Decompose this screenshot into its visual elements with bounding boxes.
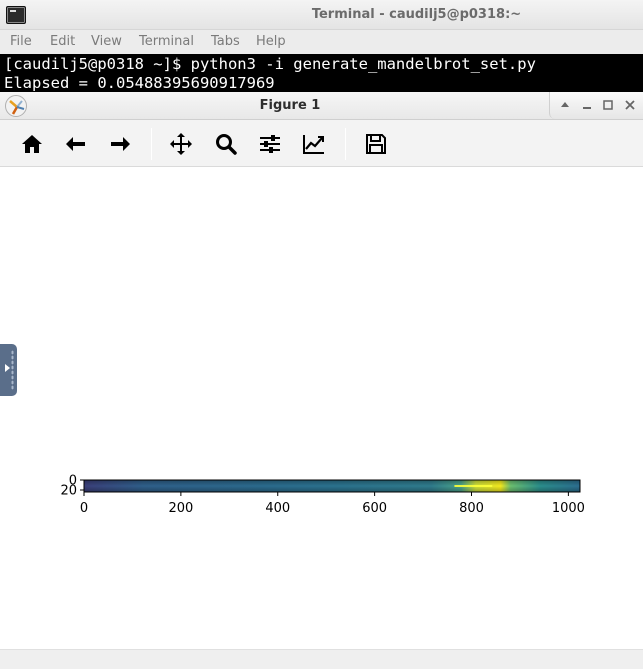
status-bar: [0, 649, 643, 669]
figure-canvas[interactable]: 0 200 400 600 800 1000 0 20: [0, 167, 643, 649]
toolbar-separator: [151, 128, 152, 160]
menu-view[interactable]: View: [91, 34, 122, 49]
up-icon[interactable]: [558, 98, 572, 112]
plot-svg: 0 200 400 600 800 1000 020: [60, 474, 585, 517]
terminal-menubar: File Edit View Terminal Tabs Help: [0, 30, 643, 54]
magnifier-icon: [216, 134, 237, 155]
terminal-title: Terminal - caudilj5@p0318:~: [311, 7, 522, 22]
forward-button[interactable]: [105, 129, 135, 159]
close-icon[interactable]: [623, 98, 637, 112]
heatmap-shade: [84, 480, 580, 492]
menu-tabs[interactable]: Tabs: [211, 34, 240, 49]
x-tick-label: 800: [459, 501, 484, 516]
terminal-line-output: Elapsed = 0.05488395690917969: [4, 74, 275, 92]
side-dock-handle[interactable]: [0, 344, 17, 396]
window-controls: [549, 92, 643, 119]
zoom-button[interactable]: [211, 129, 241, 159]
save-button[interactable]: [361, 129, 391, 159]
x-tick-label: 1000: [552, 501, 585, 516]
menu-help[interactable]: Help: [256, 34, 286, 49]
x-tick-label: 400: [265, 501, 290, 516]
customize-button[interactable]: [299, 129, 329, 159]
grip-dots-icon: [11, 350, 14, 390]
expand-arrow-icon: [5, 364, 10, 372]
y-tick-label: 20: [60, 484, 77, 499]
pan-button[interactable]: [166, 129, 196, 159]
y-axis: 020: [60, 474, 84, 499]
figure-title: Figure 1: [259, 98, 321, 113]
terminal-line-command: [caudilj5@p0318 ~]$ python3 -i generate_…: [4, 55, 536, 73]
home-icon: [22, 135, 42, 153]
figure-window: Figure 1 0 200 400 600 800 1000 0 20: [0, 92, 643, 669]
figure-titlebar[interactable]: Figure 1: [0, 92, 643, 120]
minimize-icon[interactable]: [580, 98, 594, 112]
back-button[interactable]: [61, 129, 91, 159]
heatmap-bright-streak: [454, 485, 493, 487]
toolbar-separator: [345, 128, 346, 160]
arrow-left-icon: [66, 137, 85, 151]
x-tick-label: 600: [362, 501, 387, 516]
home-button[interactable]: [17, 129, 47, 159]
x-tick-label: 200: [168, 501, 193, 516]
x-tick-label: 0: [80, 501, 88, 516]
sliders-icon: [260, 135, 280, 153]
arrow-right-icon: [111, 137, 130, 151]
navigation-toolbar: [0, 120, 643, 167]
floppy-disk-icon: [366, 134, 386, 154]
move-icon: [170, 133, 192, 155]
terminal-output[interactable]: [caudilj5@p0318 ~]$ python3 -i generate_…: [0, 54, 643, 92]
line-chart-icon: [303, 135, 324, 154]
heatmap-image: [83, 479, 581, 493]
x-axis: 0 200 400 600 800 1000: [80, 492, 585, 516]
menu-terminal[interactable]: Terminal: [139, 34, 194, 49]
menu-edit[interactable]: Edit: [50, 34, 75, 49]
terminal-titlebar[interactable]: Terminal - caudilj5@p0318:~: [0, 0, 643, 30]
subplots-button[interactable]: [255, 129, 285, 159]
menu-file[interactable]: File: [10, 34, 32, 49]
maximize-icon[interactable]: [601, 98, 615, 112]
